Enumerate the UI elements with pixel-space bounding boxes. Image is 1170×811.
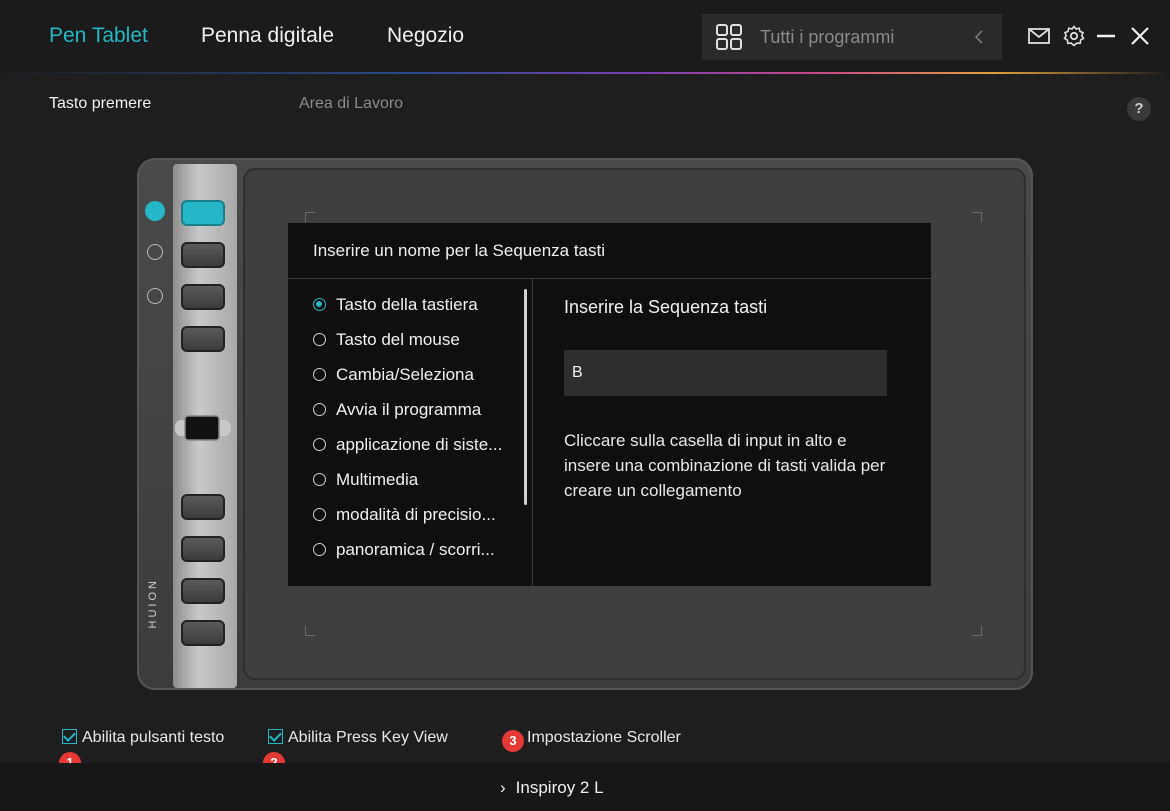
- help-button[interactable]: ?: [1127, 97, 1151, 121]
- scroller-settings-link[interactable]: Impostazione Scroller: [527, 729, 681, 747]
- enable-press-key-view-checkbox[interactable]: Abilita Press Key View: [268, 729, 448, 747]
- key-sequence-input[interactable]: B: [564, 350, 887, 396]
- settings-gear-icon[interactable]: [1062, 24, 1086, 48]
- option-panoramica-scorri[interactable]: panoramica / scorri...: [313, 540, 495, 560]
- express-key-6[interactable]: [181, 536, 225, 562]
- option-label: Tasto del mouse: [336, 330, 460, 349]
- express-key-4[interactable]: [181, 326, 225, 352]
- chevron-right-icon: ›: [500, 778, 506, 797]
- program-selector[interactable]: Tutti i programmi: [702, 14, 1002, 60]
- option-label: panoramica / scorri...: [336, 540, 495, 559]
- apps-grid-icon: [716, 24, 742, 50]
- radio-icon: [313, 368, 326, 381]
- ring-button-3[interactable]: [147, 288, 163, 304]
- option-multimedia[interactable]: Multimedia: [313, 470, 418, 490]
- subtab-tasto-premere[interactable]: Tasto premere: [49, 95, 151, 113]
- device-footer: › Inspiroy 2 L: [0, 763, 1170, 811]
- option-modalita-precisione[interactable]: modalità di precisio...: [313, 505, 496, 525]
- top-bar: Pen Tablet Penna digitale Negozio Tutti …: [0, 0, 1170, 74]
- option-label: applicazione di siste...: [336, 435, 503, 454]
- chevron-left-icon[interactable]: [972, 28, 986, 46]
- radio-icon: [313, 508, 326, 521]
- express-key-8[interactable]: [181, 620, 225, 646]
- sequence-hint: Cliccare sulla casella di input in alto …: [564, 431, 886, 500]
- option-tasto-mouse[interactable]: Tasto del mouse: [313, 330, 460, 350]
- express-key-1[interactable]: [181, 200, 225, 226]
- option-applicazione-sistema[interactable]: applicazione di siste...: [313, 435, 502, 455]
- header-divider: [0, 72, 1170, 74]
- express-key-3[interactable]: [181, 284, 225, 310]
- tab-negozio[interactable]: Negozio: [387, 24, 464, 48]
- step-badge-3: 3: [502, 730, 524, 752]
- key-sequence-dialog: Inserire un nome per la Sequenza tasti T…: [288, 223, 931, 586]
- program-selector-label: Tutti i programmi: [760, 27, 895, 47]
- subtab-area-di-lavoro[interactable]: Area di Lavoro: [299, 95, 403, 113]
- option-label: Cambia/Seleziona: [336, 365, 474, 384]
- express-key-7[interactable]: [181, 578, 225, 604]
- option-label: modalità di precisio...: [336, 505, 496, 524]
- options-scrollbar[interactable]: [524, 289, 527, 505]
- dialog-divider: [288, 278, 931, 279]
- dialog-column-divider: [532, 279, 533, 586]
- option-avvia-programma[interactable]: Avvia il programma: [313, 400, 481, 420]
- option-tasto-tastiera[interactable]: Tasto della tastiera: [313, 295, 478, 315]
- express-key-2[interactable]: [181, 242, 225, 268]
- radio-icon: [313, 438, 326, 451]
- radio-icon: [313, 333, 326, 346]
- sequence-heading: Inserire la Sequenza tasti: [564, 297, 768, 317]
- corner-mark-tr: [972, 212, 982, 222]
- express-key-5[interactable]: [181, 494, 225, 520]
- radio-icon: [313, 473, 326, 486]
- radio-icon: [313, 403, 326, 416]
- close-icon[interactable]: [1128, 24, 1152, 48]
- option-label: Avvia il programma: [336, 400, 482, 419]
- device-selector[interactable]: › Inspiroy 2 L: [500, 778, 604, 798]
- mail-icon[interactable]: [1027, 24, 1051, 48]
- corner-mark-br: [972, 626, 982, 636]
- minimize-icon[interactable]: [1094, 24, 1118, 48]
- brand-logo: HUION: [147, 578, 159, 629]
- ring-button-1[interactable]: [145, 201, 165, 221]
- corner-mark-tl: [305, 212, 315, 222]
- option-cambia-seleziona[interactable]: Cambia/Seleziona: [313, 365, 474, 385]
- option-label: Multimedia: [336, 470, 419, 489]
- checkbox-label: Abilita Press Key View: [288, 729, 448, 746]
- ring-button-2[interactable]: [147, 244, 163, 260]
- tab-pen-tablet[interactable]: Pen Tablet: [49, 24, 148, 48]
- device-name: Inspiroy 2 L: [515, 778, 604, 797]
- option-label: Tasto della tastiera: [336, 295, 478, 314]
- scroll-dial[interactable]: [175, 415, 231, 441]
- dialog-title: Inserire un nome per la Sequenza tasti: [313, 241, 606, 260]
- checkbox-checked-icon: [62, 729, 77, 744]
- tab-penna-digitale[interactable]: Penna digitale: [201, 24, 334, 48]
- corner-mark-bl: [305, 626, 315, 636]
- enable-text-buttons-checkbox[interactable]: Abilita pulsanti testo: [62, 729, 224, 747]
- checkbox-checked-icon: [268, 729, 283, 744]
- radio-icon: [313, 543, 326, 556]
- checkbox-label: Abilita pulsanti testo: [82, 729, 225, 746]
- radio-selected-icon: [313, 298, 326, 311]
- express-key-strip: [173, 164, 237, 688]
